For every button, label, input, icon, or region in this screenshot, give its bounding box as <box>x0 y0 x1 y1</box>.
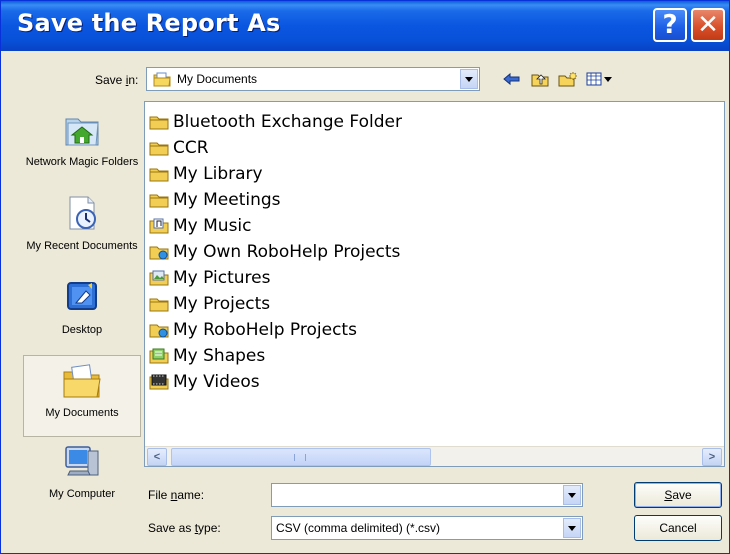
folder-icon <box>149 191 171 209</box>
save-as-type-label: Save as type: <box>148 521 221 535</box>
list-item[interactable]: Bluetooth Exchange Folder <box>149 109 402 135</box>
close-button[interactable]: ✕ <box>691 8 725 42</box>
dialog-title: Save the Report As <box>17 9 281 37</box>
file-name: My Meetings <box>173 190 281 210</box>
place-label: Desktop <box>61 324 103 336</box>
close-icon: ✕ <box>697 10 719 40</box>
file-name: My Music <box>173 216 252 236</box>
file-name: My Projects <box>173 294 271 314</box>
save-in-dropdown[interactable]: My Documents <box>146 67 480 91</box>
file-name: My Shapes <box>173 346 266 366</box>
robohelp-folder-icon <box>149 243 171 261</box>
file-name: Bluetooth Exchange Folder <box>173 112 402 132</box>
file-name: CCR <box>173 138 209 158</box>
new-folder-icon[interactable] <box>557 68 579 90</box>
list-item[interactable]: My Shapes <box>149 343 265 369</box>
scroll-right-button[interactable]: > <box>702 448 722 466</box>
grip-icon <box>294 454 306 461</box>
up-folder-icon[interactable] <box>529 68 551 90</box>
file-name-input[interactable] <box>271 483 583 507</box>
network-magic-folders-icon <box>23 109 141 153</box>
file-name: My Own RoboHelp Projects <box>173 242 401 262</box>
place-recent-documents[interactable]: My Recent Documents <box>23 193 141 273</box>
place-label: My Recent Documents <box>26 240 138 252</box>
list-item[interactable]: My RoboHelp Projects <box>149 317 357 343</box>
place-label: My Computer <box>48 488 116 500</box>
cancel-button[interactable]: Cancel <box>634 515 722 541</box>
chevron-right-icon: > <box>708 451 716 463</box>
place-my-documents[interactable]: My Documents <box>23 355 141 437</box>
list-item[interactable]: CCR <box>149 135 209 161</box>
list-item[interactable]: My Library <box>149 161 263 187</box>
list-item[interactable]: My Music <box>149 213 252 239</box>
title-bar[interactable]: Save the Report As ? ✕ <box>1 1 729 51</box>
save-as-type-value: CSV (comma delimited) (*.csv) <box>276 521 441 535</box>
music-folder-icon <box>149 217 171 235</box>
my-computer-icon <box>23 441 141 485</box>
list-item[interactable]: My Meetings <box>149 187 281 213</box>
folder-icon <box>149 139 171 157</box>
my-documents-icon <box>24 364 140 404</box>
places-bar: Network Magic Folders My Recent Document… <box>23 99 141 515</box>
list-item[interactable]: My Videos <box>149 369 260 395</box>
folder-icon <box>149 165 171 183</box>
scroll-thumb[interactable] <box>171 448 431 466</box>
save-in-label: Save in: <box>95 73 139 87</box>
save-button[interactable]: Save <box>634 482 722 508</box>
place-desktop[interactable]: Desktop <box>23 277 141 349</box>
chevron-down-icon[interactable] <box>460 69 478 89</box>
file-name: My Pictures <box>173 268 271 288</box>
chevron-down-icon[interactable] <box>563 518 581 538</box>
folder-icon <box>149 295 171 313</box>
my-documents-icon <box>153 71 171 90</box>
list-item[interactable]: My Pictures <box>149 265 270 291</box>
horizontal-scrollbar[interactable]: < > <box>145 446 724 466</box>
list-item[interactable]: My Own RoboHelp Projects <box>149 239 400 265</box>
scroll-left-button[interactable]: < <box>147 448 167 466</box>
place-network-magic-folders[interactable]: Network Magic Folders <box>23 109 141 191</box>
robohelp-folder-icon <box>149 321 171 339</box>
shapes-folder-icon <box>149 347 171 365</box>
save-as-type-dropdown[interactable]: CSV (comma delimited) (*.csv) <box>271 516 583 540</box>
file-name: My Library <box>173 164 263 184</box>
help-icon: ? <box>662 10 678 40</box>
place-label: Network Magic Folders <box>25 156 139 168</box>
videos-folder-icon <box>149 373 171 391</box>
save-in-value: My Documents <box>177 72 258 86</box>
chevron-left-icon: < <box>153 451 161 463</box>
chevron-down-icon[interactable] <box>563 485 581 505</box>
view-menu-icon[interactable] <box>585 68 615 90</box>
help-button[interactable]: ? <box>653 8 687 42</box>
folder-icon <box>149 113 171 131</box>
dialog-toolbar <box>501 68 615 90</box>
save-report-dialog: Save the Report As ? ✕ Save in: My Docum… <box>0 0 730 554</box>
list-item[interactable]: My Projects <box>149 291 270 317</box>
place-my-computer[interactable]: My Computer <box>23 441 141 505</box>
file-list[interactable]: Bluetooth Exchange Folder CCR My Library… <box>144 101 725 467</box>
recent-documents-icon <box>23 193 141 237</box>
file-name-label: File name: <box>148 488 205 502</box>
file-name: My RoboHelp Projects <box>173 320 357 340</box>
back-arrow-icon[interactable] <box>501 68 523 90</box>
file-name: My Videos <box>173 372 260 392</box>
place-label: My Documents <box>45 407 119 419</box>
pictures-folder-icon <box>149 269 171 287</box>
desktop-icon <box>23 277 141 321</box>
